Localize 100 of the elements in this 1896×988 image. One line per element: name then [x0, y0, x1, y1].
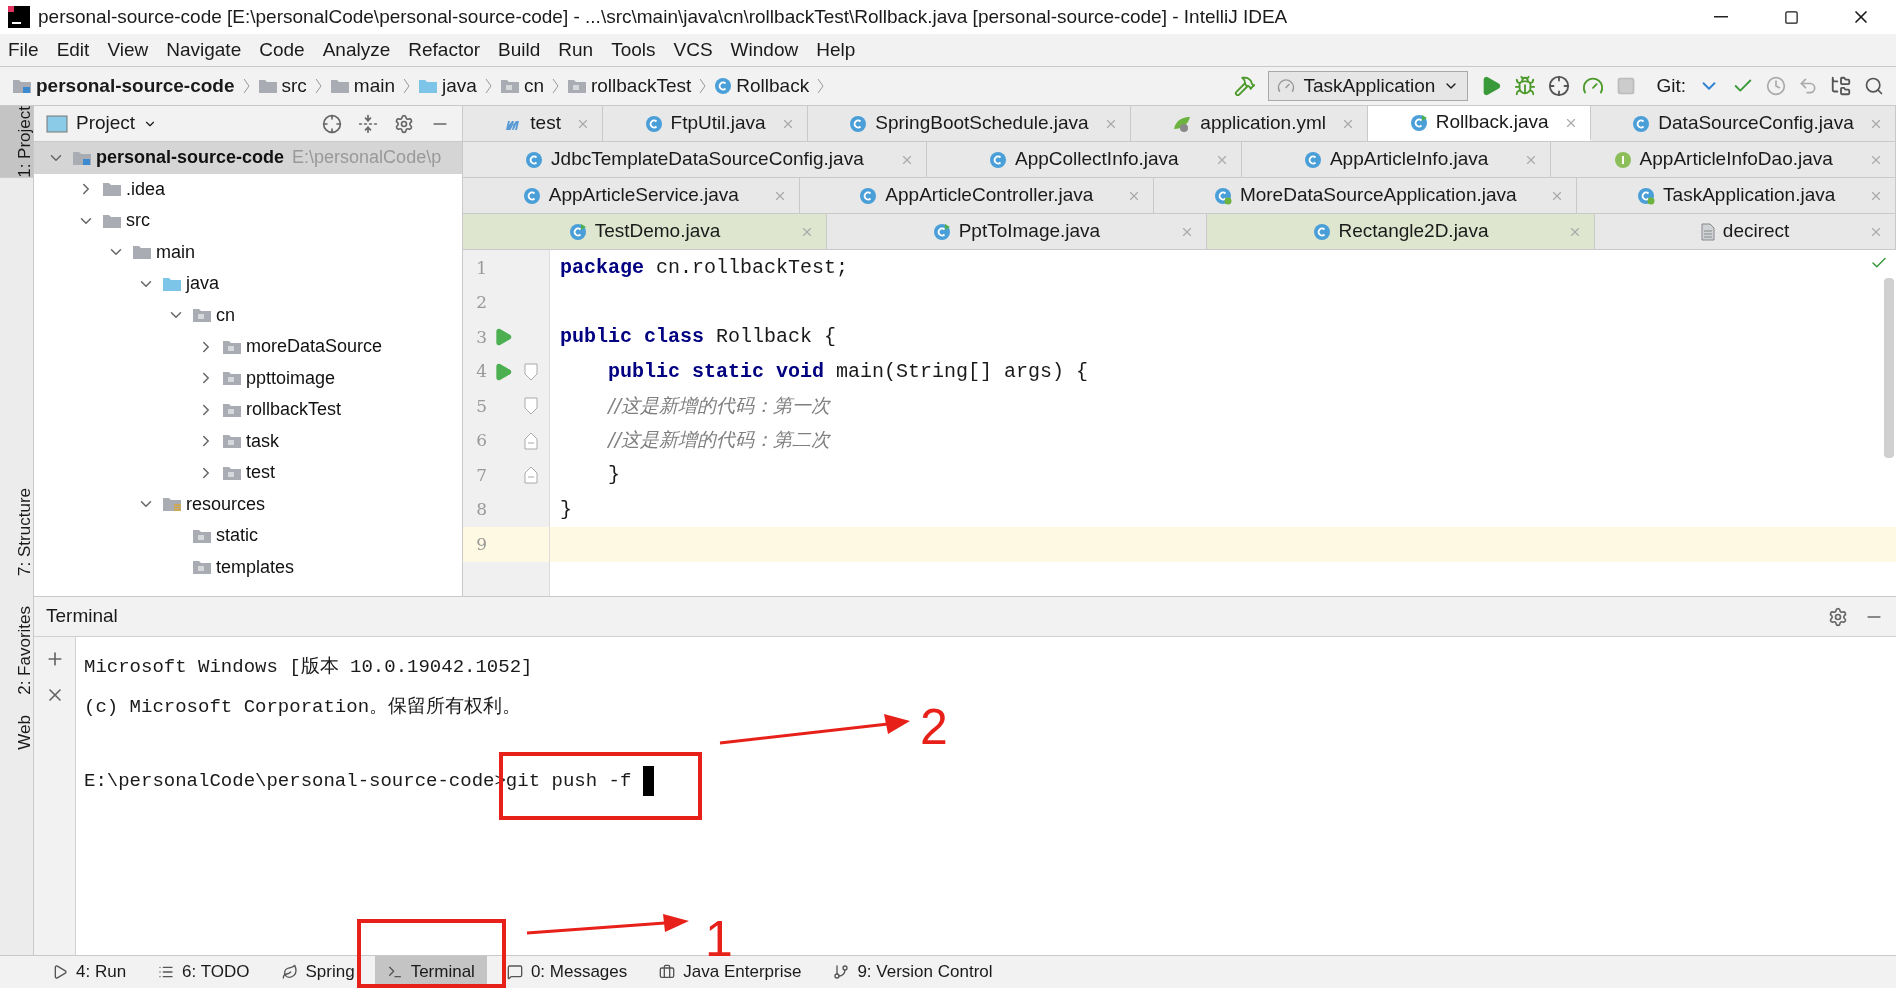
editor-tab[interactable]: AppArticleInfo.java	[1241, 142, 1552, 177]
coverage-icon[interactable]	[1548, 75, 1571, 97]
breadcrumb-item[interactable]: personal-source-code	[36, 71, 235, 101]
code-line: public static void main(String[] args) {	[607, 358, 1089, 385]
editor-tab[interactable]: AppArticleController.java	[799, 178, 1155, 213]
search-icon[interactable]	[1864, 76, 1884, 96]
project-structure-icon[interactable]	[1830, 75, 1852, 97]
build-icon[interactable]	[1234, 75, 1257, 97]
editor-tab[interactable]: DataSourceConfig.java	[1591, 106, 1896, 141]
breadcrumb-item[interactable]: src	[281, 71, 307, 101]
menu-item[interactable]: Code	[259, 35, 305, 65]
tool-window-button[interactable]: Spring	[269, 956, 367, 988]
stop-icon[interactable]	[1616, 76, 1637, 96]
menu-item[interactable]: VCS	[673, 35, 713, 65]
menu-item[interactable]: File	[8, 35, 39, 65]
tree-item-label[interactable]: moreDataSource	[246, 333, 383, 361]
menu-item[interactable]: Run	[558, 35, 594, 65]
editor-tab[interactable]: SpringBootSchedule.java	[807, 106, 1131, 141]
settings-icon[interactable]	[1828, 606, 1848, 627]
tab-label: AppArticleInfo.java	[1329, 147, 1489, 172]
debug-icon[interactable]	[1514, 75, 1537, 97]
editor-tab[interactable]: Rollback.java	[1368, 106, 1591, 141]
revert-icon[interactable]	[1798, 76, 1818, 96]
project-view-dropdown[interactable]: Project	[76, 109, 158, 138]
editor-tab[interactable]: MoreDataSourceApplication.java	[1154, 178, 1578, 213]
fold-marker-icon[interactable]	[524, 397, 538, 416]
menu-item[interactable]: Navigate	[166, 35, 242, 65]
menu-item[interactable]: Help	[816, 35, 856, 65]
tool-window-button[interactable]: 6: TODO	[146, 956, 262, 988]
fold-marker-icon[interactable]	[524, 431, 538, 450]
tree-item-label[interactable]: main	[156, 238, 195, 266]
folder-icon	[222, 433, 242, 450]
breadcrumb-item[interactable]: cn	[523, 71, 544, 101]
yaml-file-icon	[1172, 114, 1193, 133]
scrollbar[interactable]	[1884, 278, 1894, 458]
class-icon	[1303, 150, 1322, 169]
editor-tab[interactable]: JdbcTemplateDataSourceConfig.java	[463, 142, 927, 177]
menu-item[interactable]: View	[107, 35, 149, 65]
line-number: 6	[475, 429, 487, 452]
editor-tab[interactable]: TaskApplication.java	[1577, 178, 1896, 213]
tab-label: test	[530, 111, 561, 136]
panel-window-icon	[46, 114, 68, 133]
play-icon	[52, 964, 68, 980]
menu-item[interactable]: Edit	[56, 35, 90, 65]
editor-tab[interactable]: AppArticleInfoDao.java	[1551, 142, 1896, 177]
tree-item-label[interactable]: personal-source-code	[96, 144, 285, 172]
tool-window-button[interactable]: 0: Messages	[494, 956, 640, 988]
locate-icon[interactable]	[322, 113, 342, 134]
tab-label: SpringBootSchedule.java	[875, 111, 1089, 136]
editor-tab[interactable]: test	[463, 106, 604, 141]
tool-window-button[interactable]: 4: Run	[40, 956, 139, 988]
editor-tab[interactable]: AppArticleService.java	[463, 178, 800, 213]
tree-item-label[interactable]: rollbackTest	[246, 396, 342, 424]
menu-item[interactable]: Window	[730, 35, 799, 65]
breadcrumb-item[interactable]: Rollback	[736, 71, 810, 101]
tree-item-label[interactable]: src	[126, 207, 150, 235]
run-configuration-dropdown[interactable]: TaskApplication	[1268, 71, 1469, 101]
briefcase-icon	[659, 964, 676, 980]
app-config-icon	[1277, 77, 1296, 95]
leaf-icon	[281, 964, 298, 980]
fold-marker-icon[interactable]	[524, 362, 538, 381]
fold-marker-icon[interactable]	[524, 466, 538, 485]
git-label: Git:	[1656, 73, 1686, 98]
editor-tab[interactable]: FtpUtil.java	[603, 106, 808, 141]
tree-item-label[interactable]: ppttoimage	[246, 364, 336, 392]
breadcrumb-item[interactable]: rollbackTest	[590, 71, 692, 101]
menu-item[interactable]: Tools	[611, 35, 656, 65]
class-icon	[988, 150, 1007, 169]
breadcrumb-item[interactable]: main	[353, 71, 395, 101]
tree-item-label[interactable]: .idea	[126, 175, 166, 203]
settings-icon[interactable]	[394, 113, 414, 134]
tool-window-tab[interactable]: 2: Favorites	[0, 605, 33, 695]
menu-item[interactable]: Build	[498, 35, 541, 65]
editor-tab[interactable]: AppCollectInfo.java	[926, 142, 1242, 177]
tool-window-tab[interactable]: 1: Project	[0, 106, 33, 178]
tree-item-label[interactable]: templates	[216, 553, 295, 581]
tree-item-label[interactable]: cn	[216, 301, 235, 329]
tab-label: TestDemo.java	[594, 219, 721, 244]
history-icon[interactable]	[1766, 76, 1786, 96]
run-gutter-icon[interactable]	[493, 361, 513, 382]
menu-item[interactable]: Analyze	[322, 35, 391, 65]
tool-window-button[interactable]: 9: Version Control	[821, 956, 1005, 988]
tree-item-label[interactable]: static	[216, 522, 258, 550]
run-gutter-icon[interactable]	[493, 327, 513, 348]
breadcrumb-item[interactable]: java	[442, 71, 477, 101]
tree-item-label[interactable]: java	[186, 270, 220, 298]
message-icon	[506, 964, 523, 980]
tree-item-label[interactable]: test	[246, 459, 275, 487]
editor-tab[interactable]: decirect	[1595, 214, 1896, 249]
menu-item[interactable]: Refactor	[408, 35, 481, 65]
tree-item-label[interactable]: task	[246, 427, 279, 455]
tool-window-tab[interactable]: Web	[0, 714, 33, 750]
editor-tab[interactable]: Rectangle2D.java	[1206, 214, 1596, 249]
editor-tab[interactable]: PptToImage.java	[827, 214, 1207, 249]
branch-icon	[833, 964, 850, 980]
collapse-all-icon[interactable]	[358, 113, 378, 134]
tool-window-tab[interactable]: 7: Structure	[0, 487, 33, 576]
editor-tab[interactable]: application.yml	[1131, 106, 1369, 141]
tree-item-label[interactable]: resources	[186, 490, 266, 518]
editor-tab[interactable]: TestDemo.java	[463, 214, 827, 249]
